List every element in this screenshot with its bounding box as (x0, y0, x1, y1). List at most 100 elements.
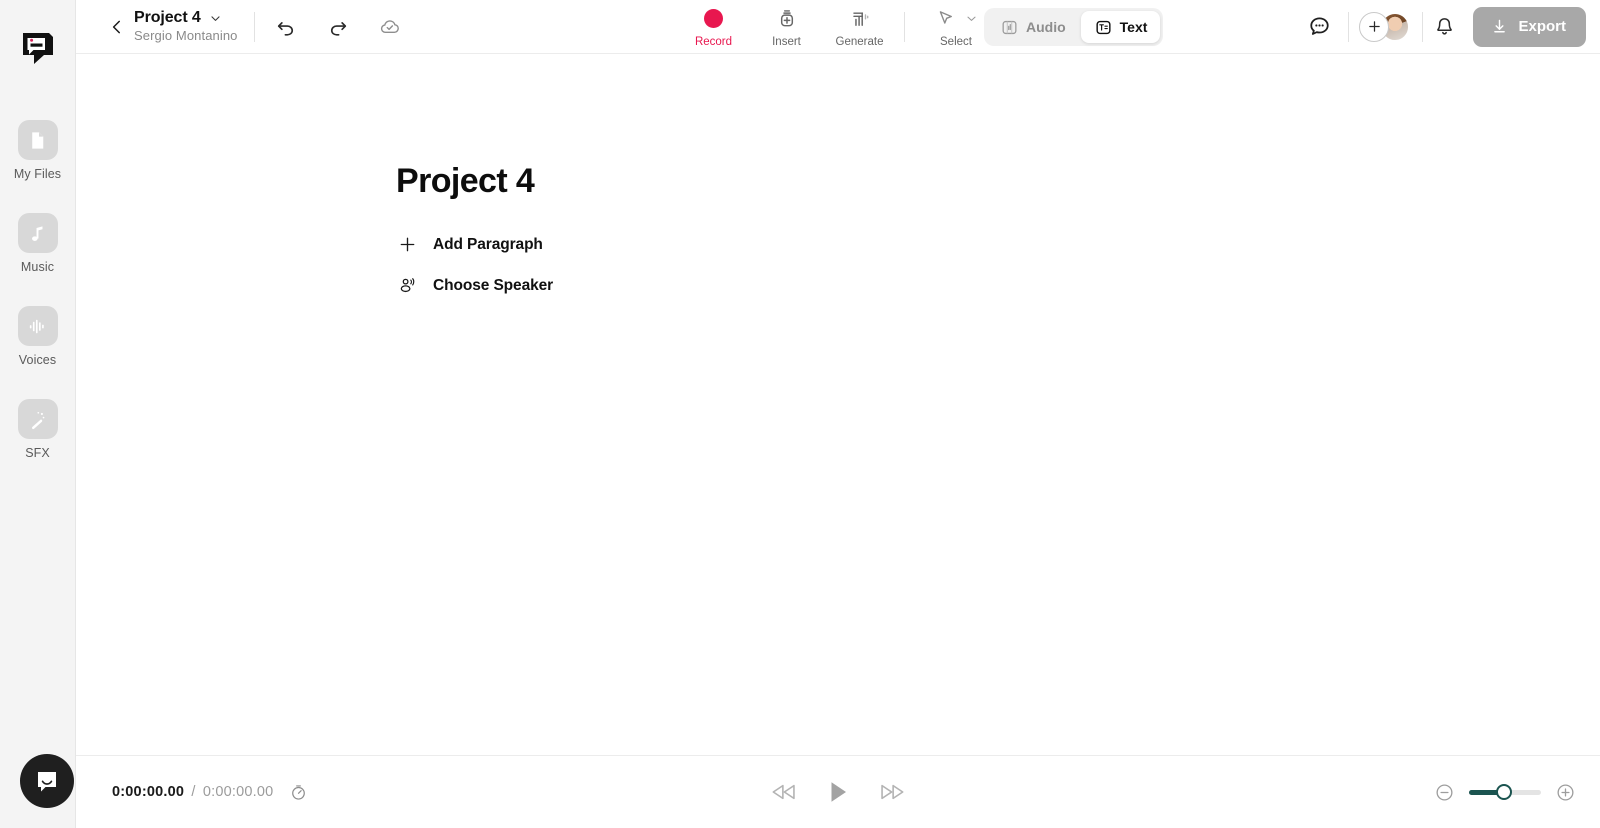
fast-forward-icon (881, 784, 904, 800)
zoom-controls (1434, 782, 1576, 803)
add-people-button[interactable] (1359, 11, 1390, 42)
chat-smile-icon (38, 772, 56, 792)
sidebar-item-label: Music (20, 260, 55, 274)
document-actions: Add Paragraph Choose Speaker (396, 235, 1600, 295)
tool-insert[interactable]: Insert (750, 0, 823, 54)
zoom-slider[interactable] (1469, 783, 1541, 801)
center-tools: Record Insert Generate Select (677, 0, 999, 54)
mode-label: Audio (1026, 19, 1066, 35)
tool-record[interactable]: Record (677, 0, 750, 54)
comments-button[interactable] (1304, 12, 1334, 42)
chevron-left-icon (112, 20, 120, 33)
sidebar-item-sfx[interactable]: SFX (0, 399, 75, 460)
timecode-display: 0:00:00.00 / 0:00:00.00 (112, 777, 313, 807)
play-button[interactable] (825, 778, 851, 806)
document-title: Project 4 (396, 162, 535, 200)
slider-knob[interactable] (1495, 784, 1512, 800)
collaborators (1359, 11, 1411, 42)
app-logo[interactable] (16, 26, 60, 70)
music-note-icon (17, 213, 58, 253)
view-mode-toggle: Audio Text (984, 8, 1164, 46)
main-column: Project 4 Sergio Montanino Record Insert… (76, 0, 1600, 828)
rewind-button[interactable] (769, 781, 799, 803)
plus-icon (1369, 21, 1380, 32)
editor-canvas[interactable]: Project 4 Add Paragraph Choose Speaker (76, 54, 1600, 755)
playback-bar: 0:00:00.00 / 0:00:00.00 (76, 755, 1600, 828)
fast-forward-button[interactable] (877, 781, 907, 803)
toolbar-divider (253, 11, 255, 42)
page-title: Project 4 (134, 8, 201, 26)
project-info: Project 4 Sergio Montanino (134, 9, 238, 44)
tool-generate[interactable]: Generate (823, 0, 896, 54)
current-time: 0:00:00.00 (112, 784, 185, 800)
top-toolbar: Project 4 Sergio Montanino Record Insert… (76, 0, 1600, 54)
sidebar-item-label: SFX (25, 446, 50, 460)
comment-bubble-icon (1310, 17, 1329, 35)
play-icon (831, 782, 846, 802)
file-icon (17, 120, 58, 160)
text-box-icon (1096, 20, 1111, 34)
insert-plus-icon (776, 6, 798, 32)
left-sidebar: My Files Music Voices SFX (0, 0, 76, 828)
magic-wand-icon (17, 399, 58, 439)
zoom-out-button[interactable] (1434, 782, 1455, 803)
history-controls (271, 12, 405, 42)
sidebar-item-label: Voices (18, 353, 57, 367)
tool-label: Record (694, 35, 733, 48)
action-label: Choose Speaker (433, 276, 554, 294)
mode-audio[interactable]: Audio (987, 11, 1079, 43)
waveform-icon (17, 306, 58, 346)
audio-track-icon (1002, 20, 1017, 34)
total-time: 0:00:00.00 (202, 784, 274, 800)
download-arrow-icon (1494, 19, 1506, 33)
sidebar-item-music[interactable]: Music (0, 213, 75, 274)
topbar-right-group: Export (1304, 6, 1586, 47)
minus-circle-icon (1436, 783, 1453, 801)
export-label: Export (1518, 18, 1566, 35)
stopwatch-icon (292, 784, 305, 800)
sidebar-item-label: My Files (13, 167, 62, 181)
action-label: Add Paragraph (433, 235, 543, 253)
sidebar-nav: My Files Music Voices SFX (0, 120, 75, 460)
undo-button[interactable] (271, 12, 301, 42)
time-separator: / (191, 784, 196, 800)
redo-button[interactable] (323, 12, 353, 42)
redo-arrow-icon (330, 21, 346, 36)
transport-controls (769, 778, 907, 806)
undo-arrow-icon (277, 21, 293, 36)
chevron-down-icon (966, 16, 976, 21)
plus-circle-icon (1557, 783, 1574, 801)
bell-icon (1437, 18, 1452, 35)
tools-divider (904, 11, 905, 42)
speaker-person-icon (396, 276, 418, 295)
timer-button[interactable] (283, 777, 313, 807)
intercom-chat-bubble[interactable] (20, 754, 74, 808)
chevron-down-icon (211, 15, 220, 21)
generate-bars-icon (849, 6, 871, 32)
sidebar-item-my-files[interactable]: My Files (0, 120, 75, 181)
add-paragraph-button[interactable]: Add Paragraph (396, 235, 543, 254)
mode-text[interactable]: Text (1080, 11, 1161, 43)
app-root: My Files Music Voices SFX Project 4 Serg… (0, 0, 1600, 828)
sidebar-item-voices[interactable]: Voices (0, 306, 75, 367)
right-divider-1 (1348, 11, 1350, 42)
mode-label: Text (1119, 19, 1148, 35)
choose-speaker-button[interactable]: Choose Speaker (396, 276, 553, 295)
document-body: Project 4 Add Paragraph Choose Speaker (76, 54, 1600, 295)
record-dot-icon (704, 6, 723, 32)
project-title-dropdown[interactable]: Project 4 (134, 9, 238, 27)
back-button[interactable] (104, 14, 130, 40)
cloud-check-icon (380, 19, 399, 33)
cursor-arrow-icon (935, 6, 978, 32)
right-divider-2 (1422, 11, 1424, 42)
descript-logo-icon (22, 33, 53, 64)
zoom-in-button[interactable] (1555, 782, 1576, 803)
export-button[interactable]: Export (1473, 6, 1586, 47)
save-status-button[interactable] (375, 12, 405, 42)
notifications-button[interactable] (1429, 12, 1459, 42)
rewind-icon (772, 784, 795, 800)
plus-icon (396, 235, 418, 254)
project-owner: Sergio Montanino (134, 28, 238, 44)
tool-label: Generate (835, 35, 884, 48)
tool-label: Select (940, 35, 972, 48)
